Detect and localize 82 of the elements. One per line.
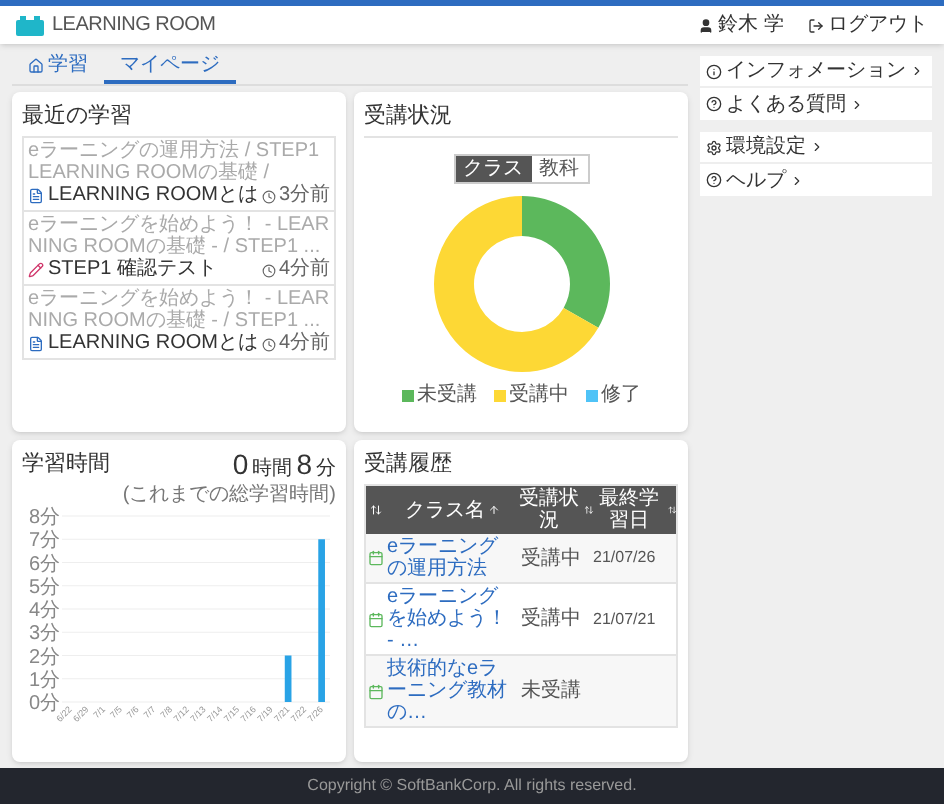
- chevron-icon: [790, 173, 804, 187]
- sidebar-item[interactable]: インフォメーション: [700, 56, 932, 88]
- table-cell: 未受講: [517, 655, 593, 727]
- breadcrumb: eラーニングの運用方法 / STEP1 LEARNING ROOMの基礎 /: [28, 140, 322, 184]
- chevron-icon: [810, 140, 824, 154]
- clock-icon: [262, 189, 277, 203]
- column-header[interactable]: 最終学習日: [593, 485, 677, 534]
- column-header[interactable]: 受講状況: [517, 485, 593, 534]
- clock-icon: [262, 263, 277, 277]
- calendar-icon: [368, 611, 385, 627]
- time-ago: 4分前: [262, 258, 330, 282]
- sort-icon: [583, 504, 593, 516]
- nav-tab[interactable]: 学習: [12, 50, 104, 84]
- class-link[interactable]: eラーニングの運用方法: [387, 536, 517, 580]
- nav-tab[interactable]: マイページ: [104, 50, 236, 84]
- hours-unit: 時間: [252, 455, 293, 483]
- document-icon: [28, 188, 44, 204]
- sidebar-item[interactable]: よくある質問: [700, 88, 932, 120]
- y-tick-label: 4分: [28, 600, 60, 622]
- time-ago: 3分前: [262, 184, 330, 208]
- hours-value: 0: [232, 450, 249, 480]
- table-cell: 受講中: [517, 583, 593, 655]
- y-tick-label: 5分: [28, 576, 60, 599]
- card-title: 学習時間: [22, 450, 110, 480]
- y-tick-label: 2分: [28, 646, 60, 669]
- y-tick-label: 7分: [28, 530, 60, 553]
- recent-item[interactable]: eラーニングの運用方法 / STEP1 LEARNING ROOMの基礎 / LEARNING ROOMとは 3分前: [24, 138, 334, 212]
- sidebar-item[interactable]: ヘルプ: [700, 164, 932, 196]
- info-icon: [706, 63, 722, 79]
- card-title: 受講履歴: [364, 450, 454, 480]
- segment-button[interactable]: クラス: [455, 156, 531, 182]
- calendar-icon: [368, 550, 385, 566]
- class-link[interactable]: eラーニングを始めよう！ - …: [387, 586, 517, 652]
- total-note: (これまでの総学習時間): [122, 484, 336, 506]
- sort-icon: [370, 504, 383, 516]
- document-icon: [28, 336, 44, 352]
- calendar-icon: [368, 683, 385, 699]
- user-icon: [698, 17, 715, 33]
- recent-item[interactable]: eラーニングを始めよう！ - LEARNING ROOMの基礎 - / STEP1 ... LEARNING ROOMとは 4分前: [24, 286, 334, 358]
- clock-icon: [262, 337, 277, 351]
- legend-label: 未受講: [417, 384, 477, 408]
- minutes-value: 8: [296, 450, 312, 480]
- y-tick-label: 0分: [28, 693, 60, 715]
- gear-icon: [706, 139, 722, 155]
- table-cell: 受講中: [517, 534, 593, 583]
- chevron-icon: [910, 64, 924, 78]
- y-tick-label: 8分: [28, 507, 60, 529]
- help-icon: [706, 172, 722, 188]
- user-menu[interactable]: 鈴木 学: [698, 10, 784, 40]
- logout-link[interactable]: ログアウト: [808, 10, 928, 40]
- legend-label: 修了: [601, 384, 641, 408]
- breadcrumb: eラーニングを始めよう！ - LEARNING ROOMの基礎 - / STEP1 ...: [28, 288, 330, 332]
- card-title: 受講状況: [364, 102, 454, 132]
- copyright-text: Copyright © SoftBankCorp. All rights reserved.: [307, 774, 637, 798]
- card-title: 最近の学習: [22, 102, 134, 132]
- item-title: LEARNING ROOMとは: [28, 184, 259, 208]
- bar: [284, 655, 292, 702]
- legend-label: 受講中: [509, 384, 569, 408]
- column-header[interactable]: [365, 485, 387, 534]
- recent-item[interactable]: eラーニングを始めよう！ - LEARNING ROOMの基礎 - / STEP1 ... STEP1 確認テスト 4分前: [24, 212, 334, 286]
- item-title: STEP1 確認テスト: [28, 258, 217, 282]
- y-tick-label: 3分: [28, 623, 60, 646]
- breadcrumb: eラーニングを始めよう！ - LEARNING ROOMの基礎 - / STEP1 ...: [28, 214, 330, 258]
- sidebar-item[interactable]: 環境設定: [700, 132, 932, 164]
- logo-icon: [16, 15, 44, 35]
- time-ago: 4分前: [262, 332, 330, 356]
- sort-asc-icon: [487, 504, 499, 516]
- table-cell: 21/07/21: [593, 583, 677, 655]
- y-tick-label: 6分: [28, 553, 60, 576]
- logout-icon: [808, 17, 824, 33]
- logo-text: LEARNING ROOM: [52, 12, 216, 40]
- chevron-icon: [850, 97, 864, 111]
- class-link[interactable]: 技術的なeラーニング教材の…: [387, 658, 517, 724]
- y-tick-label: 1分: [28, 669, 60, 692]
- minutes-unit: 分: [316, 456, 336, 484]
- question-icon: [706, 96, 722, 112]
- table-cell: 21/07/26: [593, 534, 677, 583]
- sort-icon: [667, 504, 676, 516]
- item-title: LEARNING ROOMとは: [28, 332, 259, 356]
- column-header[interactable]: クラス名: [387, 485, 517, 534]
- home-icon: [28, 57, 44, 73]
- pencil-icon: [28, 262, 44, 278]
